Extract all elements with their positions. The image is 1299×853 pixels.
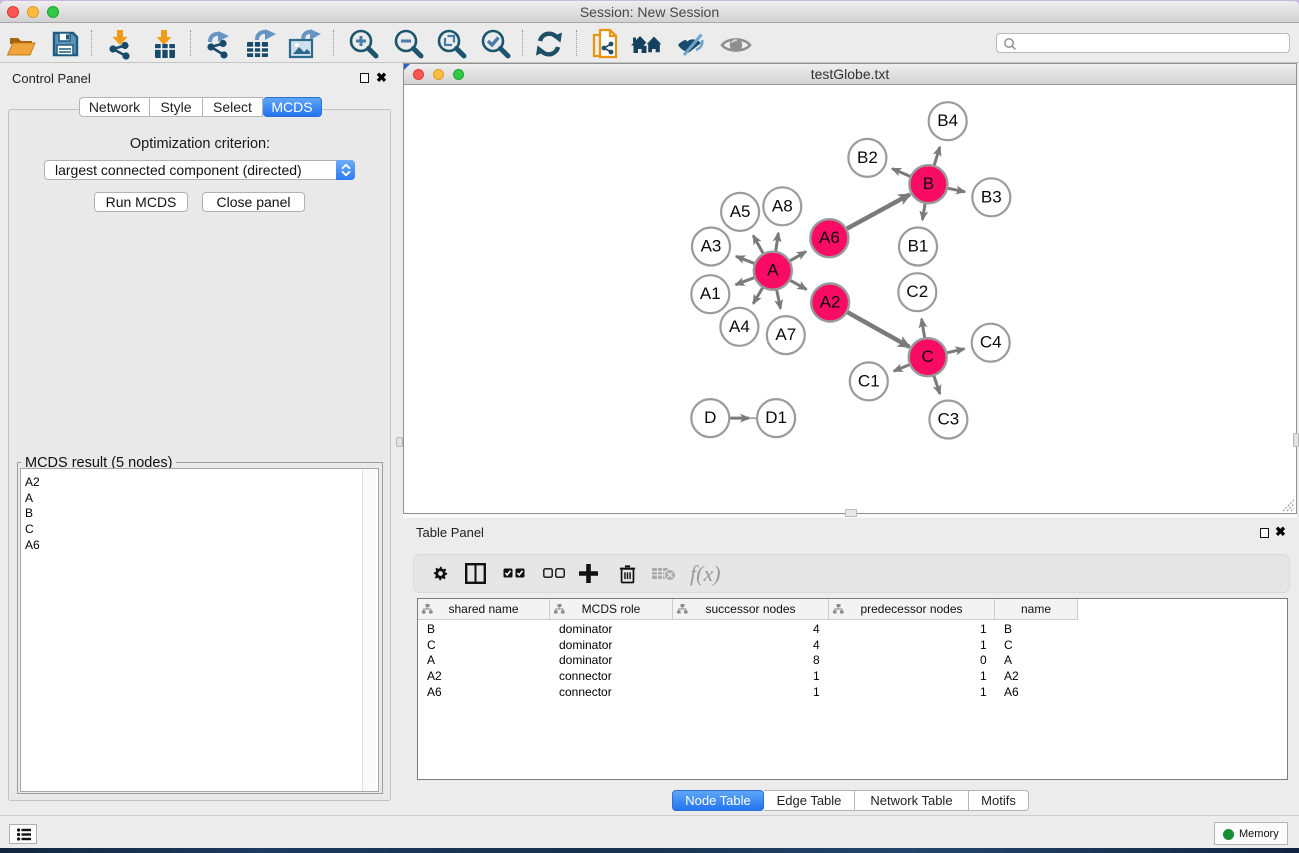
svg-text:D1: D1 (765, 408, 787, 427)
svg-text:C3: C3 (938, 410, 960, 429)
svg-text:B3: B3 (981, 187, 1002, 206)
svg-text:D: D (704, 408, 716, 427)
svg-text:A3: A3 (701, 237, 722, 256)
svg-text:A2: A2 (820, 293, 841, 312)
svg-text:B2: B2 (857, 148, 878, 167)
svg-text:A1: A1 (700, 284, 721, 303)
svg-text:C1: C1 (858, 371, 880, 390)
svg-text:B: B (923, 174, 934, 193)
svg-text:A5: A5 (730, 202, 751, 221)
svg-text:A6: A6 (819, 228, 840, 247)
svg-text:A: A (767, 261, 779, 280)
svg-text:C2: C2 (906, 282, 928, 301)
svg-text:A7: A7 (775, 325, 796, 344)
svg-text:A4: A4 (729, 317, 750, 336)
svg-text:C4: C4 (980, 333, 1002, 352)
svg-text:C: C (922, 347, 934, 366)
svg-text:B1: B1 (908, 237, 929, 256)
svg-text:B4: B4 (937, 111, 958, 130)
svg-text:A8: A8 (772, 196, 793, 215)
